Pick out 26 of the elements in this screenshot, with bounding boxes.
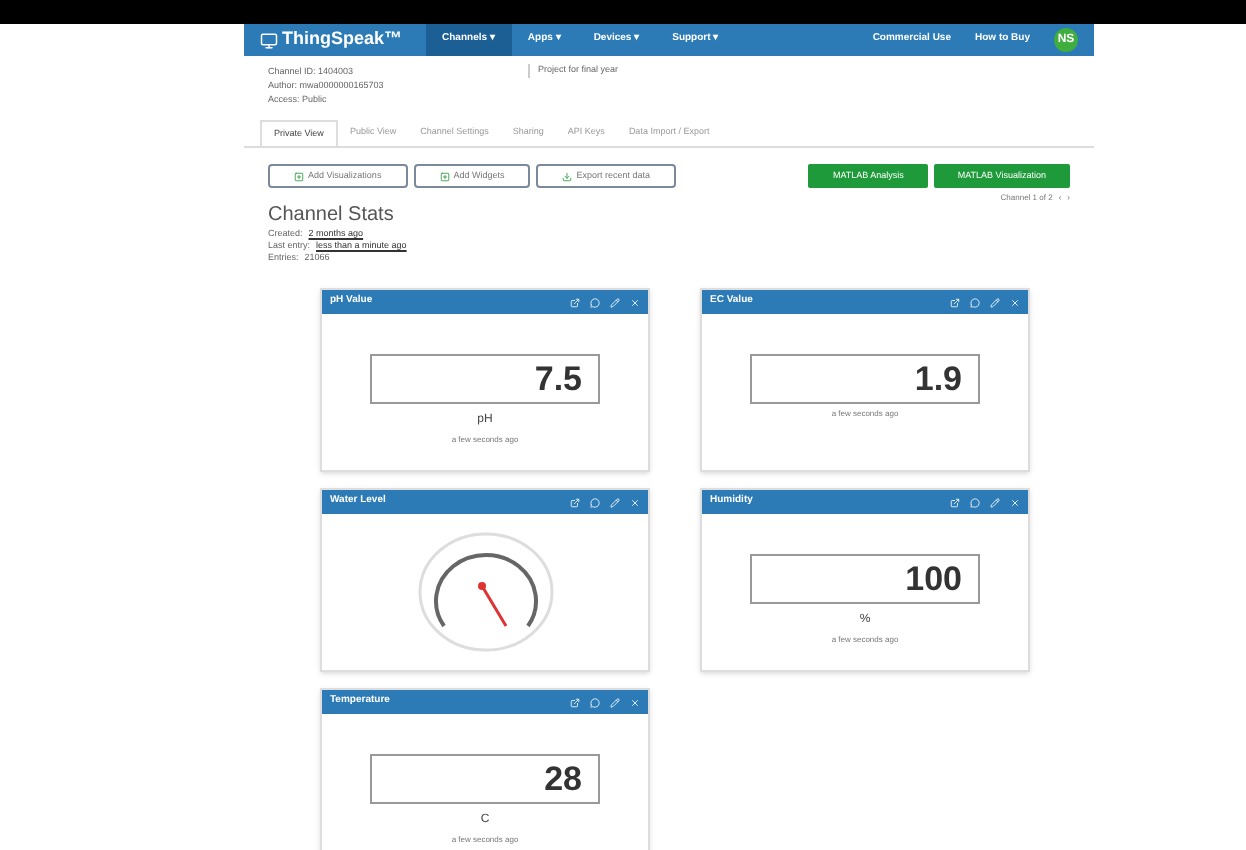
- value-display: 1.9: [750, 354, 980, 404]
- stats-title: Channel Stats: [268, 204, 396, 228]
- value-display: 28: [370, 754, 600, 804]
- comment-icon[interactable]: [970, 497, 980, 507]
- comment-icon[interactable]: [590, 697, 600, 707]
- external-link-icon[interactable]: [950, 497, 960, 507]
- monitor-icon: [260, 31, 278, 49]
- external-link-icon[interactable]: [570, 297, 580, 307]
- external-link-icon[interactable]: [570, 697, 580, 707]
- pencil-icon[interactable]: [610, 497, 620, 507]
- pencil-icon[interactable]: [990, 297, 1000, 307]
- value-display: 100: [750, 554, 980, 604]
- brand-logo[interactable]: ThingSpeak™: [282, 26, 403, 54]
- gauge-drawing: [415, 530, 555, 654]
- plus-icon: [294, 171, 304, 181]
- comment-icon[interactable]: [590, 297, 600, 307]
- pencil-icon[interactable]: [610, 697, 620, 707]
- external-link-icon[interactable]: [570, 497, 580, 507]
- external-link-icon[interactable]: [950, 297, 960, 307]
- value-display: 7.5: [370, 354, 600, 404]
- pencil-icon[interactable]: [990, 497, 1000, 507]
- pencil-icon[interactable]: [610, 297, 620, 307]
- comment-icon[interactable]: [590, 497, 600, 507]
- download-icon: [562, 171, 573, 181]
- plus-icon: [439, 171, 450, 181]
- comment-icon[interactable]: [970, 297, 980, 307]
